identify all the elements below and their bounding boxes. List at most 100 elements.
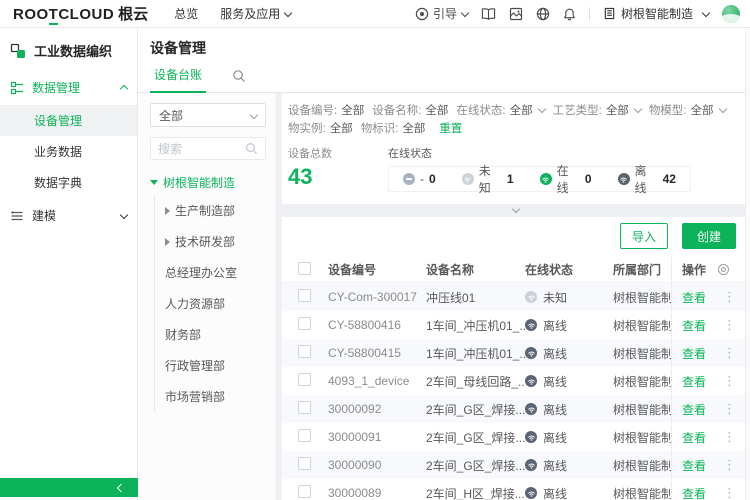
- data-weave-icon: [10, 43, 26, 59]
- chevron-down-icon: [718, 105, 726, 113]
- create-button[interactable]: 创建: [682, 223, 736, 249]
- table-row[interactable]: CY-58800416 1车间_冲压机01_... 离线 树根智能制造 查看⋮: [282, 311, 750, 339]
- row-checkbox[interactable]: [298, 373, 311, 386]
- filter-device-no[interactable]: 设备编号:全部: [288, 102, 364, 118]
- filter-collapse-band[interactable]: [282, 204, 750, 217]
- docs-book-icon[interactable]: [481, 7, 496, 21]
- search-icon: [245, 142, 258, 155]
- tree-node-production[interactable]: 生产制造部: [155, 195, 266, 226]
- status-dot: [525, 403, 537, 415]
- nav-overview[interactable]: 总览: [174, 5, 198, 22]
- tree-collapsed-icon: [165, 207, 170, 215]
- tree-node-gm-office[interactable]: 总经理办公室: [155, 257, 266, 288]
- row-checkbox[interactable]: [298, 429, 311, 442]
- table-row[interactable]: 30000091 2车间_G区_焊接... 离线 树根智能制造 查看⋮: [282, 423, 750, 451]
- user-avatar[interactable]: [722, 5, 740, 23]
- sidebar-item-device-mgmt[interactable]: 设备管理: [0, 105, 137, 136]
- tree-search-box: [150, 137, 266, 160]
- notification-bell-icon[interactable]: [563, 7, 576, 21]
- scrollbar[interactable]: [745, 29, 750, 500]
- tree-search-input[interactable]: [158, 142, 238, 156]
- column-settings-icon[interactable]: [717, 263, 730, 276]
- view-button[interactable]: 查看: [682, 485, 706, 500]
- row-more-icon[interactable]: ⋮: [719, 317, 740, 333]
- row-checkbox[interactable]: [298, 401, 311, 414]
- org-tree-panel: 全部 树根智能制造 生产制造部 技术研发部: [138, 93, 277, 500]
- view-button[interactable]: 查看: [682, 373, 706, 390]
- row-more-icon[interactable]: ⋮: [719, 429, 740, 445]
- tree-node-hr[interactable]: 人力资源部: [155, 288, 266, 319]
- page-header: 设备管理 设备台账: [138, 28, 750, 93]
- online-status-block: 在线状态 -0 未知1: [388, 145, 691, 192]
- status-dot: [525, 291, 537, 303]
- row-checkbox[interactable]: [298, 289, 311, 302]
- table-row[interactable]: 4093_1_device 2车间_母线回路_... 离线 树根智能制造 查看⋮: [282, 367, 750, 395]
- view-button[interactable]: 查看: [682, 345, 706, 362]
- view-button[interactable]: 查看: [682, 457, 706, 474]
- module-title: 工业数据编织: [34, 41, 112, 60]
- row-checkbox[interactable]: [298, 457, 311, 470]
- table-row[interactable]: 30000090 2车间_G区_焊接... 离线 树根智能制造 查看⋮: [282, 451, 750, 479]
- row-more-icon[interactable]: ⋮: [719, 485, 740, 500]
- table-row[interactable]: 30000089 2车间_H区_焊接... 离线 树根智能制造 查看⋮: [282, 479, 750, 500]
- view-button[interactable]: 查看: [682, 317, 706, 334]
- tree-node-admin[interactable]: 行政管理部: [155, 350, 266, 381]
- col-ops: 操作: [682, 261, 706, 278]
- row-checkbox[interactable]: [298, 317, 311, 330]
- page-title: 设备管理: [150, 38, 750, 58]
- rootcloud-logo[interactable]: ROOTCLOUD 根云: [13, 3, 148, 24]
- row-more-icon[interactable]: ⋮: [719, 345, 740, 361]
- sidebar-item-business-data[interactable]: 业务数据: [0, 136, 137, 167]
- topbar-right: 引导 树根智能制造: [415, 5, 740, 23]
- nav-services[interactable]: 服务及应用: [220, 5, 291, 22]
- view-button[interactable]: 查看: [682, 401, 706, 418]
- reset-filters-button[interactable]: 重置: [439, 120, 462, 136]
- device-total-value: 43: [288, 164, 388, 190]
- chevron-down-icon: [284, 8, 292, 16]
- filter-thing-model[interactable]: 物模型:全部: [649, 102, 726, 118]
- status-dot: [525, 431, 537, 443]
- chevron-down-icon: [461, 8, 469, 16]
- table-row[interactable]: CY-Com-300017 冲压线01 未知 树根智能制造 查看⋮: [282, 283, 750, 311]
- app-root: ROOTCLOUD 根云 总览 服务及应用 引导 树根智能制造: [0, 0, 750, 500]
- tree-node-root[interactable]: 树根智能制造: [150, 174, 266, 191]
- chevron-down-icon: [634, 105, 642, 113]
- row-more-icon[interactable]: ⋮: [719, 457, 740, 473]
- unknown-status-dot: [462, 173, 474, 185]
- view-button[interactable]: 查看: [682, 429, 706, 446]
- tab-search-icon[interactable]: [232, 69, 246, 83]
- tree-node-finance[interactable]: 财务部: [155, 319, 266, 350]
- tree-node-marketing[interactable]: 市场营销部: [155, 381, 266, 412]
- filter-online-status[interactable]: 在线状态:全部: [456, 102, 544, 118]
- row-checkbox[interactable]: [298, 485, 311, 498]
- content-area: 设备管理 设备台账 全部: [138, 28, 750, 500]
- select-all-checkbox[interactable]: [298, 262, 311, 275]
- filter-thing-instance[interactable]: 物实例:全部: [288, 120, 353, 136]
- tree-node-rnd[interactable]: 技术研发部: [155, 226, 266, 257]
- filter-thing-tag[interactable]: 物标识:全部: [361, 120, 426, 136]
- filter-process-type[interactable]: 工艺类型:全部: [553, 102, 641, 118]
- sidebar-group-data-mgmt[interactable]: 数据管理: [0, 70, 137, 105]
- tab-device-ledger[interactable]: 设备台账: [150, 66, 206, 93]
- view-button[interactable]: 查看: [682, 289, 706, 306]
- status-dot: [525, 347, 537, 359]
- sidebar-group-modeling[interactable]: 建模: [0, 198, 137, 233]
- row-more-icon[interactable]: ⋮: [719, 373, 740, 389]
- col-online-status: 在线状态: [525, 261, 613, 278]
- import-button[interactable]: 导入: [620, 223, 668, 249]
- row-more-icon[interactable]: ⋮: [719, 401, 740, 417]
- table-row[interactable]: CY-58800415 1车间_冲压机01_... 离线 树根智能制造 查看⋮: [282, 339, 750, 367]
- sidebar-item-data-dict[interactable]: 数据字典: [0, 167, 137, 198]
- globe-icon[interactable]: [536, 7, 550, 21]
- org-switcher[interactable]: 树根智能制造: [603, 5, 709, 22]
- table-row[interactable]: 30000092 2车间_G区_焊接... 离线 树根智能制造 查看⋮: [282, 395, 750, 423]
- scope-select[interactable]: 全部: [150, 103, 266, 127]
- col-device-name: 设备名称: [426, 261, 525, 278]
- filter-device-name[interactable]: 设备名称:全部: [372, 102, 448, 118]
- workspace-icon[interactable]: [509, 7, 523, 21]
- guide-menu[interactable]: 引导: [415, 5, 468, 22]
- sidebar-collapse-button[interactable]: [0, 478, 138, 497]
- row-more-icon[interactable]: ⋮: [719, 289, 740, 305]
- divider: [589, 7, 590, 21]
- row-checkbox[interactable]: [298, 345, 311, 358]
